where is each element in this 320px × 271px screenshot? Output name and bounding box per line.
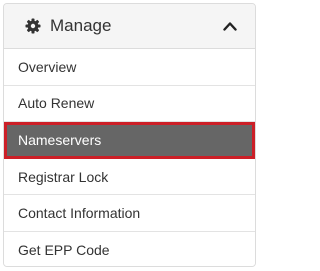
chevron-up-icon[interactable] bbox=[219, 15, 241, 37]
menu-item-registrar-lock[interactable]: Registrar Lock bbox=[4, 158, 255, 196]
menu-item-label: Get EPP Code bbox=[18, 242, 110, 259]
menu-item-label: Contact Information bbox=[18, 205, 141, 222]
menu-item-nameservers[interactable]: Nameservers bbox=[4, 122, 255, 159]
menu-item-contact-information[interactable]: Contact Information bbox=[4, 195, 255, 232]
menu-item-label: Registrar Lock bbox=[18, 168, 109, 185]
menu-item-label: Auto Renew bbox=[18, 95, 95, 112]
menu-item-overview[interactable]: Overview bbox=[4, 49, 255, 86]
panel-header[interactable]: Manage bbox=[4, 4, 255, 49]
gear-icon bbox=[24, 17, 42, 35]
panel-title: Manage bbox=[50, 16, 112, 35]
menu-item-auto-renew[interactable]: Auto Renew bbox=[4, 85, 255, 123]
menu-item-label: Nameservers bbox=[18, 132, 102, 149]
manage-panel: Manage Overview Auto Renew Nameservers R… bbox=[3, 3, 256, 267]
menu-item-get-epp-code[interactable]: Get EPP Code bbox=[4, 231, 255, 266]
manage-menu: Overview Auto Renew Nameservers Registra… bbox=[4, 49, 255, 266]
menu-item-label: Overview bbox=[18, 58, 77, 75]
